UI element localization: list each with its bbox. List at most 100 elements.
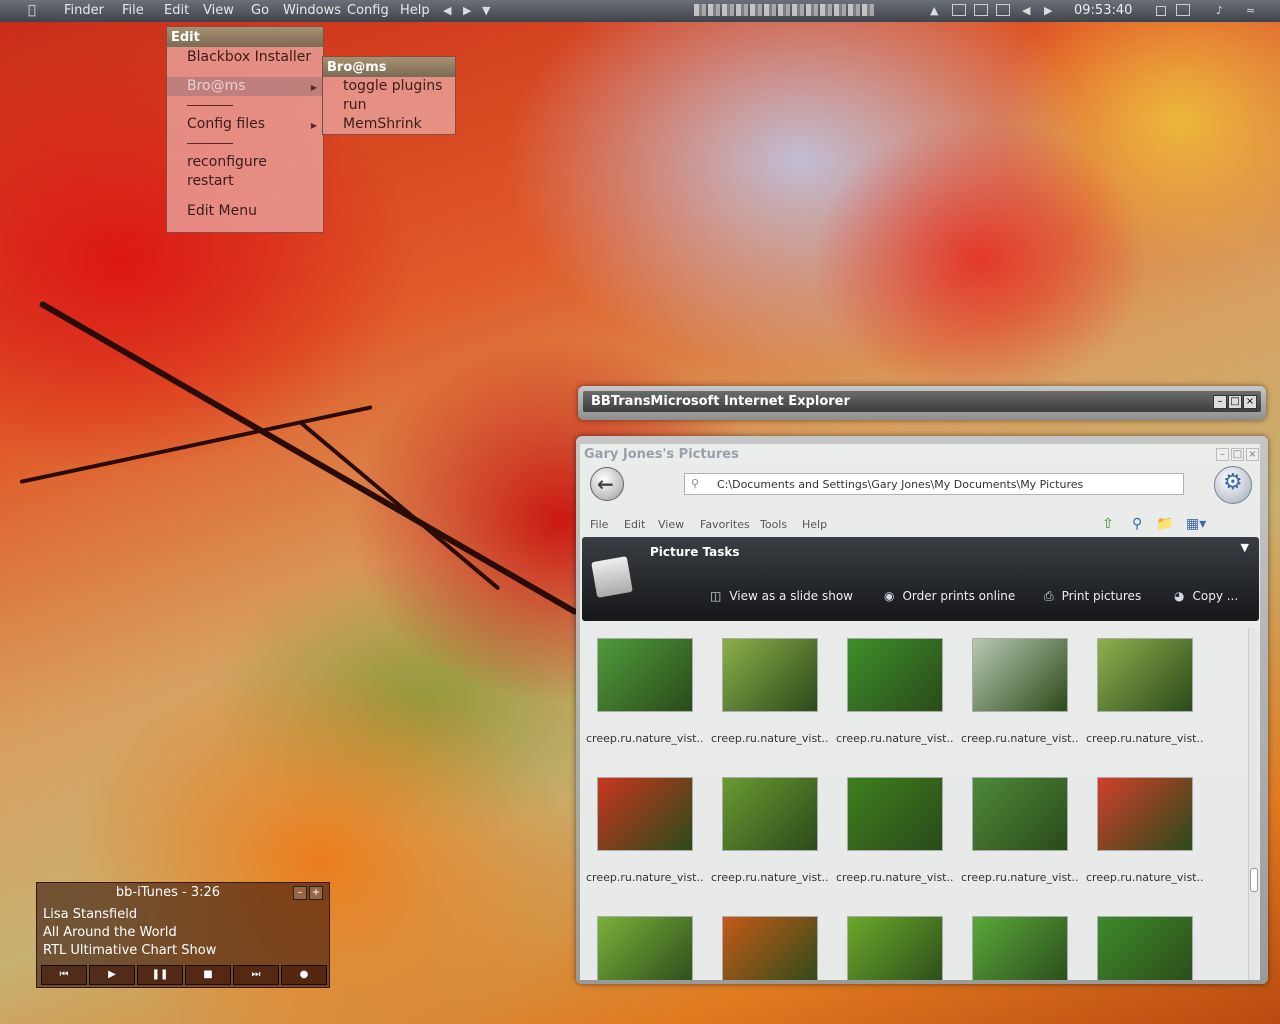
close-button[interactable]: ×	[1243, 395, 1257, 409]
track-album: RTL Ultimative Chart Show	[43, 943, 217, 958]
scrollbar-thumb[interactable]	[1250, 868, 1258, 892]
menu-tools[interactable]: Tools	[760, 518, 787, 531]
ie-title-bar[interactable]: BBTransMicrosoft Internet Explorer – □ ×	[583, 391, 1261, 412]
settings-gear-button[interactable]: ⚙	[1214, 466, 1252, 504]
minimize-button[interactable]: –	[1216, 448, 1229, 461]
menu-view[interactable]: View	[658, 518, 684, 531]
menu-item-broams[interactable]: Bro@ms	[187, 78, 246, 94]
menu-item-reconfigure[interactable]: reconfigure	[187, 154, 267, 170]
volume-icon[interactable]: ♪	[1216, 4, 1223, 17]
collapse-arrow-icon[interactable]: ▼	[1241, 541, 1249, 554]
stop-button[interactable]: ■	[185, 965, 231, 985]
workspace-prev-icon[interactable]: ◀	[1022, 4, 1030, 17]
workspace-next-icon[interactable]: ▶	[1044, 4, 1052, 17]
menu-finder[interactable]: Finder	[64, 3, 104, 18]
thumbnail-item[interactable]	[582, 906, 702, 980]
edit-menu: Edit Blackbox Installer Bro@ms ▶ Config …	[166, 26, 324, 233]
explorer-title: Gary Jones's Pictures	[584, 447, 739, 462]
previous-button[interactable]: ⏮	[41, 965, 87, 985]
close-button[interactable]: ×	[1246, 448, 1259, 461]
collapse-icon[interactable]: ▲	[930, 4, 938, 17]
folders-icon[interactable]: 📁	[1156, 516, 1173, 532]
window-icon[interactable]	[1156, 6, 1166, 16]
thumbnail-item[interactable]: creep.ru.nature_vist...	[707, 767, 829, 897]
thumbnail-item[interactable]: creep.ru.nature_vist...	[957, 767, 1079, 897]
explorer-window: Gary Jones's Pictures – □ × ← ⚲ C:\Docum…	[576, 436, 1268, 984]
menu-item-restart[interactable]: restart	[187, 173, 234, 189]
thumbnail-item[interactable]: creep.ru.nature_vist...	[1082, 628, 1204, 758]
task-label: Order prints online	[902, 589, 1016, 603]
menu-item-config-files[interactable]: Config files	[187, 116, 265, 132]
thumbnail-item[interactable]	[957, 906, 1077, 980]
dropdown-arrow-icon[interactable]: ▼	[482, 4, 490, 17]
close-window-icon[interactable]	[996, 4, 1010, 16]
thumbnail-caption: creep.ru.nature_vist...	[711, 871, 829, 884]
task-view-slide-show[interactable]: ◫ View as a slide show	[710, 589, 853, 603]
up-folder-icon[interactable]: ⇧	[1102, 516, 1114, 532]
thumbnail-item[interactable]: creep.ru.nature_vist...	[1082, 767, 1204, 897]
picture-tasks-panel: Picture Tasks ▼ ◫ View as a slide show ◉ O…	[582, 537, 1259, 621]
maximize-button[interactable]: □	[1231, 448, 1244, 461]
menu-help[interactable]: Help	[802, 518, 827, 531]
menu-edit[interactable]: Edit	[624, 518, 645, 531]
thumbnail-image	[722, 638, 818, 712]
next-button[interactable]: ⏭	[233, 965, 279, 985]
maximize-button[interactable]: □	[1228, 395, 1242, 409]
views-icon[interactable]: ▦▾	[1186, 516, 1206, 532]
play-button[interactable]: ▶	[89, 965, 135, 985]
search-icon[interactable]: ⚲	[1132, 516, 1142, 532]
thumbnail-caption: creep.ru.nature_vist...	[586, 732, 704, 745]
menu-file[interactable]: File	[590, 518, 608, 531]
apple-icon[interactable]: 	[28, 3, 36, 18]
vertical-scrollbar[interactable]	[1248, 628, 1258, 980]
menu-edit[interactable]: Edit	[164, 3, 189, 18]
thumbnail-item[interactable]	[1082, 906, 1202, 980]
menu-item-run[interactable]: run	[343, 97, 367, 113]
thumbnail-item[interactable]: creep.ru.nature_vist...	[832, 767, 954, 897]
menu-config[interactable]: Config	[347, 3, 389, 18]
thumbnail-item[interactable]: creep.ru.nature_vist...	[707, 628, 829, 758]
menu-item-toggle-plugins[interactable]: toggle plugins	[343, 78, 442, 94]
thumbnail-caption: creep.ru.nature_vist...	[1086, 732, 1204, 745]
previous-arrow-icon[interactable]: ◀	[443, 4, 451, 17]
record-button[interactable]: ●	[281, 965, 327, 985]
thumbnail-caption: creep.ru.nature_vist...	[961, 871, 1079, 884]
task-order-prints[interactable]: ◉ Order prints online	[884, 589, 1015, 603]
thumbnail-item[interactable]: creep.ru.nature_vist...	[582, 628, 704, 758]
menu-item-edit-menu[interactable]: Edit Menu	[187, 203, 257, 219]
wireless-icon[interactable]: ≈	[1246, 4, 1255, 17]
pause-button[interactable]: ❚❚	[137, 965, 183, 985]
submenu-arrow-icon: ▶	[310, 121, 317, 130]
maximize-window-icon[interactable]	[974, 4, 988, 16]
menu-help[interactable]: Help	[400, 3, 430, 18]
network-icon[interactable]	[1176, 4, 1190, 16]
menu-view[interactable]: View	[203, 3, 234, 18]
thumbnail-image	[972, 638, 1068, 712]
menu-separator	[187, 143, 233, 144]
thumbnail-item[interactable]	[707, 906, 827, 980]
expand-button[interactable]: +	[309, 886, 323, 900]
top-menu-bar:  Finder File Edit View Go Windows Confi…	[0, 0, 1280, 22]
address-bar[interactable]: ⚲ C:\Documents and Settings\Gary Jones\M…	[684, 473, 1184, 495]
menu-item-blackbox-installer[interactable]: Blackbox Installer	[187, 49, 311, 65]
thumbnail-image	[1097, 777, 1193, 851]
minimize-button[interactable]: –	[293, 886, 307, 900]
menu-item-memshrink[interactable]: MemShrink	[343, 116, 422, 132]
menu-file[interactable]: File	[122, 3, 144, 18]
minimize-button[interactable]: –	[1213, 395, 1227, 409]
thumbnail-grid: creep.ru.nature_vist... creep.ru.nature_v…	[582, 628, 1244, 980]
slideshow-icon: ◫	[710, 589, 722, 603]
menu-favorites[interactable]: Favorites	[700, 518, 750, 531]
thumbnail-item[interactable]: creep.ru.nature_vist...	[832, 628, 954, 758]
thumbnail-item[interactable]: creep.ru.nature_vist...	[957, 628, 1079, 758]
menu-go[interactable]: Go	[251, 3, 269, 18]
thumbnail-item[interactable]: creep.ru.nature_vist...	[582, 767, 704, 897]
menu-windows[interactable]: Windows	[283, 3, 341, 18]
task-copy[interactable]: ◕ Copy ...	[1174, 589, 1238, 603]
minimize-window-icon[interactable]	[952, 4, 966, 16]
thumbnail-item[interactable]	[832, 906, 952, 980]
tray-icons[interactable]	[694, 4, 874, 16]
back-button[interactable]: ←	[590, 467, 624, 501]
next-arrow-icon[interactable]: ▶	[463, 4, 471, 17]
task-print-pictures[interactable]: ⎙ Print pictures	[1044, 589, 1141, 604]
